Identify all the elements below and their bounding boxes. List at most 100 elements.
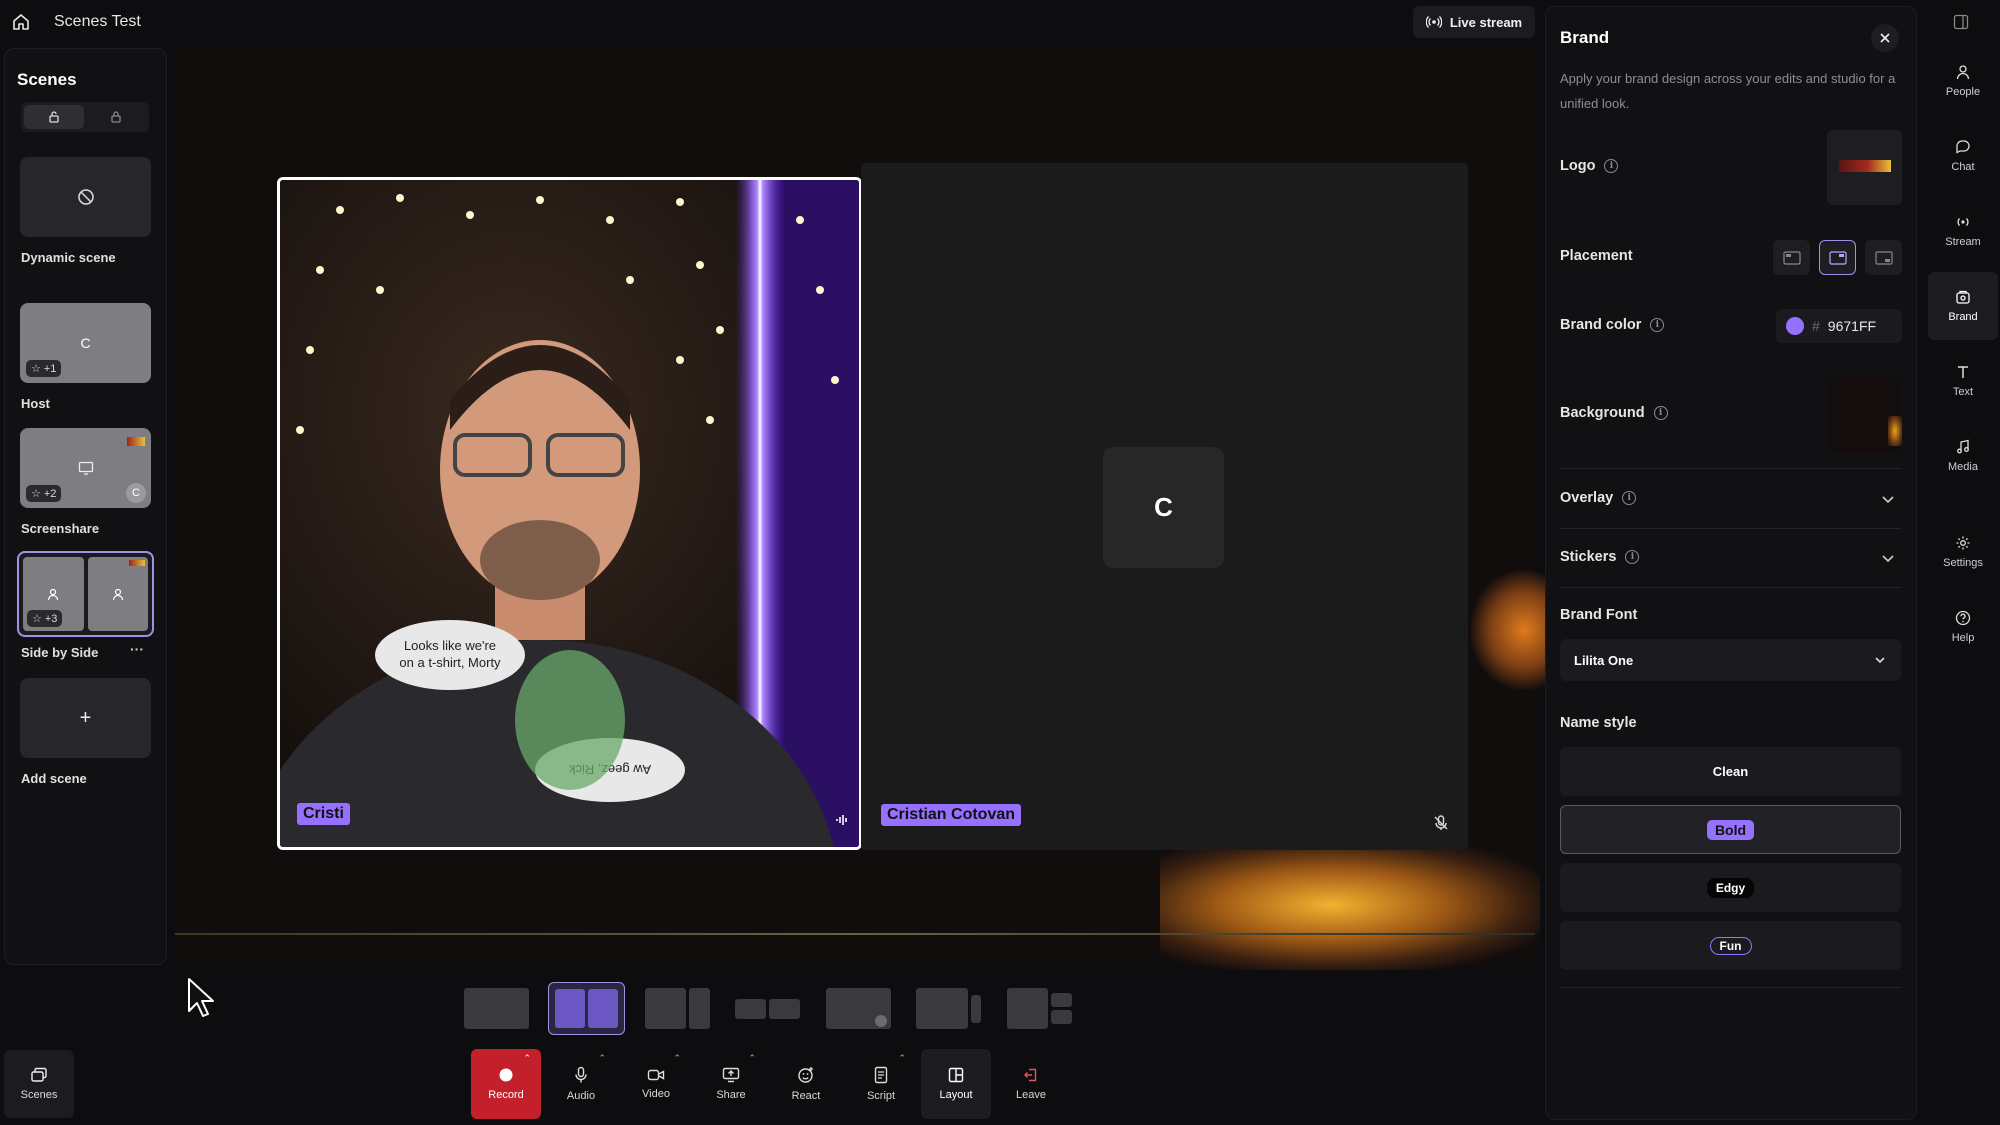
stickers-row[interactable]: Stickers i xyxy=(1560,549,1640,565)
lock-button[interactable] xyxy=(86,105,146,129)
side-tile-right xyxy=(87,557,148,631)
rail-help[interactable]: Help xyxy=(1928,593,1998,661)
scene-thumb-dynamic[interactable] xyxy=(20,157,151,237)
layout-option-grid[interactable] xyxy=(1001,982,1078,1035)
no-entry-icon xyxy=(77,188,95,206)
brand-font-select[interactable]: Lilita One xyxy=(1560,639,1901,681)
rail-people[interactable]: People xyxy=(1928,47,1998,115)
caret-up-icon: ⌃ xyxy=(748,1053,756,1063)
chevron-down-icon[interactable] xyxy=(1880,491,1896,507)
leave-button[interactable]: Leave xyxy=(996,1049,1066,1119)
audio-level-icon xyxy=(835,813,849,827)
rail-media-label: Media xyxy=(1948,461,1978,473)
layout-button[interactable]: Layout xyxy=(921,1049,991,1119)
layout-option-split[interactable] xyxy=(639,982,716,1035)
divider xyxy=(1560,587,1901,588)
color-swatch[interactable] xyxy=(1786,317,1804,335)
video-button[interactable]: ⌃ Video xyxy=(621,1049,691,1119)
background-thumb-glow xyxy=(1888,416,1902,446)
logo-picker[interactable] xyxy=(1827,130,1902,205)
name-style-edgy-label: Edgy xyxy=(1706,877,1755,898)
broadcast-icon xyxy=(1425,14,1442,30)
brand-font-label: Brand Font xyxy=(1560,607,1638,623)
brand-font-value: Lilita One xyxy=(1574,652,1634,668)
logo-mini xyxy=(129,560,145,566)
name-style-clean-label: Clean xyxy=(1712,764,1749,779)
participant-count-badge: ☆ +3 xyxy=(27,610,63,627)
info-icon[interactable]: i xyxy=(1650,318,1665,332)
bottom-toolbar: ⌃ Record ⌃ Audio ⌃ Video ⌃ Share React ⌃… xyxy=(466,1049,1066,1119)
record-label: Record xyxy=(488,1089,524,1101)
unlock-button[interactable] xyxy=(24,105,84,129)
layout-option-side-by-side[interactable] xyxy=(548,982,625,1035)
person-icon xyxy=(111,587,125,601)
share-screen-icon xyxy=(722,1067,740,1083)
add-scene-button[interactable]: + xyxy=(20,678,151,758)
placement-bottom-right[interactable] xyxy=(1865,240,1902,275)
mouse-cursor-icon xyxy=(186,977,216,1019)
info-icon[interactable]: i xyxy=(1653,406,1668,420)
close-brand-panel-button[interactable] xyxy=(1871,24,1899,52)
logo-mini xyxy=(127,437,145,446)
logo-row: Logo i xyxy=(1560,158,1619,174)
scenes-icon xyxy=(30,1067,48,1083)
participant-count-badge: ☆ +2 xyxy=(26,485,62,502)
placement-top-right-icon xyxy=(1828,250,1847,265)
name-style-bold[interactable]: Bold xyxy=(1560,805,1901,854)
studio-title: Scenes Test xyxy=(54,13,141,30)
placement-top-left-icon xyxy=(1782,250,1801,265)
collapse-panel-icon[interactable] xyxy=(1953,14,1969,30)
brand-panel-title: Brand xyxy=(1560,28,1610,47)
scene-thumb-host[interactable]: C ☆ +1 xyxy=(20,303,151,383)
overlay-row[interactable]: Overlay i xyxy=(1560,490,1637,506)
rail-media[interactable]: Media xyxy=(1928,422,1998,490)
stickers-label: Stickers xyxy=(1560,549,1617,565)
scene-more-button[interactable]: ··· xyxy=(130,641,144,657)
scenes-toolbar-button[interactable]: Scenes xyxy=(4,1050,74,1118)
home-icon[interactable] xyxy=(10,11,32,33)
rail-stream[interactable]: Stream xyxy=(1928,197,1998,265)
live-stream-button[interactable]: Live stream xyxy=(1413,6,1535,38)
emoji-icon xyxy=(797,1066,815,1084)
star-icon: ☆ xyxy=(31,363,41,375)
record-button[interactable]: ⌃ Record xyxy=(471,1049,541,1119)
rail-settings[interactable]: Settings xyxy=(1928,518,1998,586)
layout-option-cinema[interactable] xyxy=(910,982,987,1035)
share-button[interactable]: ⌃ Share xyxy=(696,1049,766,1119)
script-button[interactable]: ⌃ Script xyxy=(846,1049,916,1119)
rail-chat[interactable]: Chat xyxy=(1928,122,1998,190)
participant-tile-cristi[interactable]: Looks like we're on a t-shirt, Morty Aw … xyxy=(277,177,862,850)
react-button[interactable]: React xyxy=(771,1049,841,1119)
overlay-label: Overlay xyxy=(1560,490,1614,506)
script-label: Script xyxy=(866,1090,896,1102)
scenes-title: Scenes xyxy=(17,70,77,89)
background-picker[interactable] xyxy=(1827,378,1902,453)
layout-option-strip[interactable] xyxy=(729,982,806,1035)
scene-lock-toggle xyxy=(21,102,149,132)
info-icon[interactable]: i xyxy=(1625,550,1640,564)
audio-button[interactable]: ⌃ Audio xyxy=(546,1049,616,1119)
rail-brand[interactable]: Brand xyxy=(1928,272,1998,340)
name-style-fun[interactable]: Fun xyxy=(1560,921,1901,970)
music-note-icon xyxy=(1955,439,1971,455)
chevron-down-icon[interactable] xyxy=(1880,550,1896,566)
layout-option-pip[interactable] xyxy=(820,982,897,1035)
camera-icon xyxy=(647,1068,665,1082)
caret-up-icon: ⌃ xyxy=(523,1053,531,1063)
scene-thumb-screenshare[interactable]: C ☆ +2 xyxy=(20,428,151,508)
rail-people-label: People xyxy=(1945,86,1981,98)
placement-top-right[interactable] xyxy=(1819,240,1856,275)
info-icon[interactable]: i xyxy=(1604,159,1619,173)
rail-text[interactable]: Text xyxy=(1928,347,1998,415)
person-icon xyxy=(46,587,60,601)
layout-option-solo[interactable] xyxy=(458,982,535,1035)
script-icon xyxy=(873,1066,889,1084)
placement-top-left[interactable] xyxy=(1773,240,1810,275)
name-style-clean[interactable]: Clean xyxy=(1560,747,1901,796)
scene-thumb-side-by-side[interactable]: ☆ +3 xyxy=(17,551,154,637)
name-style-edgy[interactable]: Edgy xyxy=(1560,863,1901,912)
info-icon[interactable]: i xyxy=(1622,491,1637,505)
brand-color-input[interactable]: # 9671FF xyxy=(1776,309,1902,343)
rail-brand-label: Brand xyxy=(1948,311,1978,323)
chat-icon xyxy=(1955,139,1971,155)
